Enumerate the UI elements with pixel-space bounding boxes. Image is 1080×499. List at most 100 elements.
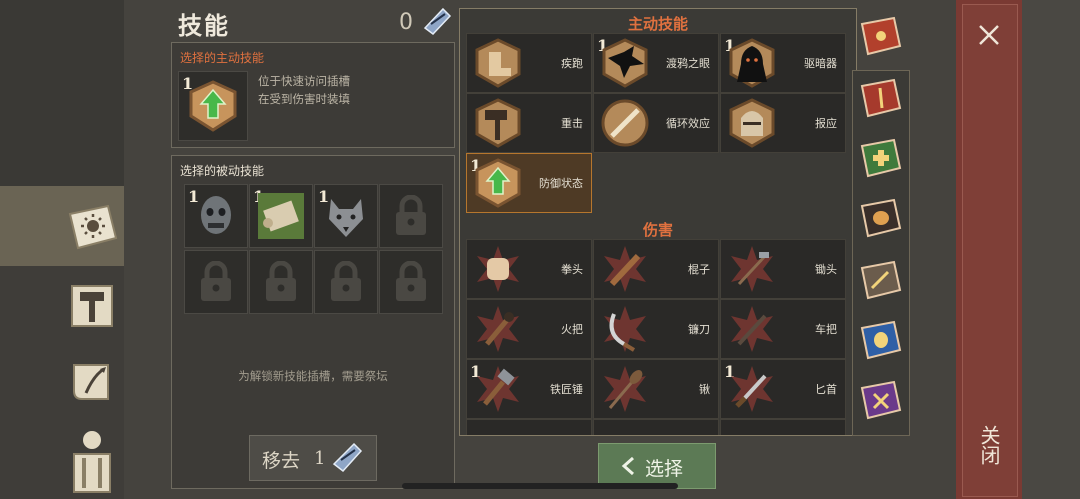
locked-passive-slot [249, 250, 313, 314]
passive-slot[interactable]: 1 [184, 184, 248, 248]
skill-item[interactable] [466, 419, 592, 435]
skill-label: 驱暗器 [804, 57, 837, 70]
active-desc-line1: 位于快速访问插槽 [258, 74, 350, 88]
sickle-icon [604, 306, 646, 352]
skill-label: 火把 [561, 323, 583, 336]
passive-slot[interactable]: 1 [314, 184, 378, 248]
gem-icon [421, 6, 453, 38]
handlebar-icon [731, 306, 773, 352]
helmet-icon [729, 98, 775, 148]
lock-icon [396, 261, 426, 301]
select-label: 选择 [645, 458, 684, 480]
fist-icon [477, 246, 519, 292]
category-cross-book-icon[interactable] [858, 136, 902, 180]
smith-hammer-icon [477, 366, 519, 412]
skill-item[interactable]: 疾跑 [466, 33, 592, 93]
close-strip-frame[interactable] [962, 4, 1018, 497]
sword-icon [601, 99, 649, 147]
skill-label: 报应 [815, 117, 837, 130]
skill-label: 循环效应 [666, 117, 710, 130]
shield-up-arrow-icon [475, 158, 521, 208]
remove-count: 1 [314, 448, 326, 469]
lock-icon [331, 261, 361, 301]
raven-icon [602, 38, 648, 88]
skill-item[interactable]: 拳头 [466, 239, 592, 299]
wolf-head-icon [329, 199, 363, 237]
scroll-icon [258, 193, 304, 239]
category-pickaxe-book-icon[interactable] [858, 258, 902, 302]
selected-active-heading: 选择的主动技能 [180, 51, 265, 65]
hammer-icon [475, 98, 521, 148]
category-arrows-book-icon[interactable] [858, 378, 902, 422]
nav-rail-top [0, 0, 125, 186]
close-button[interactable]: 关闭 [974, 425, 1004, 465]
skill-item[interactable]: 循环效应 [593, 93, 719, 153]
locked-passive-slot [379, 184, 443, 248]
club-icon [604, 246, 646, 292]
gem-count: 0 [399, 10, 413, 35]
skill-item[interactable]: 棍子 [593, 239, 719, 299]
skill-item[interactable]: 火把 [466, 299, 592, 359]
remove-label: 移去 [262, 450, 301, 472]
unlock-hint: 为解锁新技能插槽，需要祭坛 [238, 369, 388, 383]
skill-item[interactable]: 1 匕首 [720, 359, 846, 419]
skill-item[interactable] [720, 419, 846, 435]
lock-icon [266, 261, 296, 301]
active-desc-line2: 在受到伤害时装填 [258, 92, 350, 106]
skill-list[interactable]: 主动技能 疾跑 1 渡鸦之眼 1 驱暗器 重击 循环效应 报应 1 防御状态 伤… [459, 8, 857, 436]
skill-item[interactable]: 锄头 [720, 239, 846, 299]
shield-up-arrow-icon [189, 80, 237, 132]
remove-button[interactable]: 移去 1 [249, 435, 377, 481]
skill-item[interactable]: 1 驱暗器 [720, 33, 846, 93]
skill-label: 疾跑 [561, 57, 583, 70]
skill-item[interactable]: 1 渡鸦之眼 [593, 33, 719, 93]
dagger-icon [731, 366, 773, 412]
category-sun-book-icon[interactable] [858, 14, 902, 58]
skill-item[interactable]: 锹 [593, 359, 719, 419]
lock-icon [201, 261, 231, 301]
locked-passive-slot [314, 250, 378, 314]
quest-scroll-icon[interactable] [64, 355, 120, 411]
close-icon[interactable] [976, 22, 1002, 48]
skill-label: 渡鸦之眼 [666, 57, 710, 70]
chevron-left-icon [621, 456, 634, 476]
skill-item[interactable]: 重击 [466, 93, 592, 153]
selected-active-skill-box: 选择的主动技能 1 位于快速访问插槽 在受到伤害时装填 [171, 42, 455, 148]
selected-passive-heading: 选择的被动技能 [180, 164, 265, 178]
crafting-hammer-icon[interactable] [64, 278, 120, 334]
zombie-head-icon [201, 196, 231, 234]
skill-item[interactable]: 报应 [720, 93, 846, 153]
lock-icon [396, 195, 426, 235]
damage-heading: 伤害 [642, 221, 673, 239]
skill-label: 匕首 [815, 383, 837, 396]
skill-label: 车把 [815, 323, 837, 336]
screen-edge [1022, 0, 1080, 499]
character-backpack-icon[interactable] [64, 428, 120, 494]
locked-passive-slot [184, 250, 248, 314]
active-skill-slot[interactable]: 1 [178, 71, 248, 141]
skill-item[interactable] [593, 419, 719, 435]
skill-item-selected[interactable]: 1 防御状态 [466, 153, 592, 213]
skill-label: 拳头 [561, 263, 583, 276]
skill-label: 铁匠锤 [550, 383, 583, 396]
skill-item[interactable]: 镰刀 [593, 299, 719, 359]
torch-icon [477, 306, 519, 352]
skill-label: 棍子 [688, 263, 710, 276]
category-mask-book-icon[interactable] [858, 196, 902, 240]
skill-label: 防御状态 [539, 177, 583, 190]
locked-passive-slot [379, 250, 443, 314]
shovel-icon [604, 366, 646, 412]
skill-label: 锄头 [815, 263, 837, 276]
category-sword-book-icon[interactable] [858, 76, 902, 120]
passive-slot[interactable]: 1 [249, 184, 313, 248]
gem-icon [332, 442, 363, 473]
skill-label: 重击 [561, 117, 583, 130]
skill-item[interactable]: 1 铁匠锤 [466, 359, 592, 419]
home-indicator [402, 483, 678, 489]
boot-icon [475, 38, 521, 88]
category-face-book-icon[interactable] [858, 318, 902, 362]
skill-item[interactable]: 车把 [720, 299, 846, 359]
skills-book-icon[interactable] [64, 200, 120, 256]
hooded-figure-icon [729, 38, 775, 88]
skill-label: 镰刀 [688, 323, 710, 336]
